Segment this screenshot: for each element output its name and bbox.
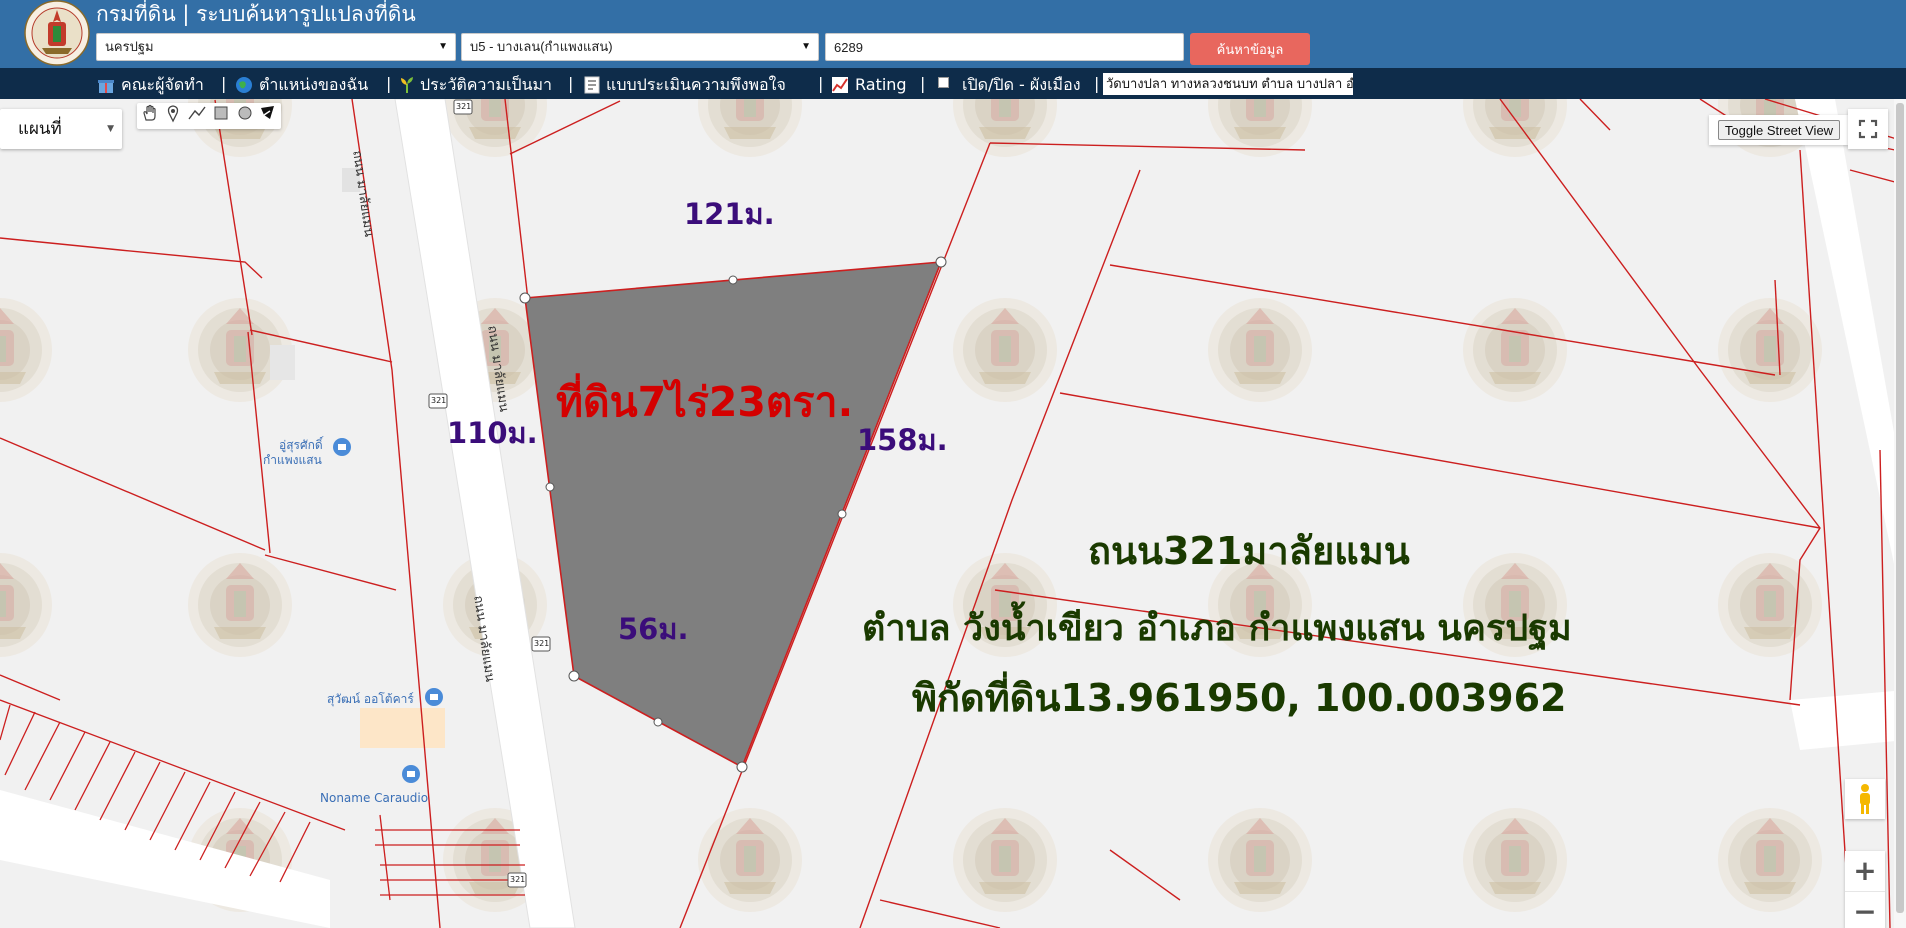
nav-item-city-plan-toggle[interactable]: เปิด/ปิด - ผังเมือง (962, 68, 1081, 99)
nav-item-my-location[interactable]: ตำแหน่งของฉัน (235, 68, 368, 99)
navbar: คณะผู้จัดทำ | ตำแหน่งของฉัน | ประวัติควา… (0, 68, 1906, 99)
fullscreen-icon (1858, 119, 1878, 139)
globe-icon (236, 76, 252, 93)
rectangle-icon[interactable] (211, 103, 231, 123)
route-number: 321 (534, 639, 550, 648)
nav-item-history[interactable]: ประวัติความเป็นมา (400, 68, 552, 99)
parcel-boundaries (0, 99, 1906, 928)
chevron-down-icon: ▼ (801, 41, 811, 52)
land-department-seal-icon (24, 0, 90, 66)
building-footprint (360, 708, 445, 748)
search-button[interactable]: ค้นหาข้อมูล (1190, 33, 1310, 65)
dimension-top: 121ม. (684, 197, 775, 231)
polyline-icon[interactable] (187, 103, 207, 123)
nav-separator: | (568, 74, 574, 93)
road-malaiman (0, 99, 1906, 928)
city-plan-checkbox[interactable] (938, 77, 949, 88)
toggle-street-view-button[interactable]: Toggle Street View (1718, 120, 1840, 140)
chevron-down-icon: ▼ (438, 41, 448, 52)
chart-icon (832, 76, 848, 93)
gift-icon (98, 79, 114, 93)
nav-item-rating[interactable]: Rating (831, 68, 907, 99)
map-canvas[interactable]: ถนน มาลัยแมน ถนน มาลัยแมน ถนน มาลัยแมน 3… (0, 99, 1906, 928)
route-number: 321 (456, 102, 472, 111)
nav-separator: | (1094, 74, 1100, 93)
chevron-down-icon: ▼ (107, 124, 114, 134)
polygon-icon[interactable] (258, 103, 278, 123)
district-select[interactable]: บ5 - บางเลน(กำแพงแสน) ▼ (461, 33, 819, 61)
plant-icon (401, 76, 413, 93)
parcel-number-input[interactable] (825, 33, 1184, 61)
poi-label[interactable]: กำแพงแสน (263, 451, 322, 470)
building-footprint (270, 345, 295, 380)
map-type-value: แผนที่ (18, 119, 62, 139)
fullscreen-button[interactable] (1848, 109, 1888, 149)
form-icon (584, 76, 600, 93)
scrollbar-thumb[interactable] (1896, 103, 1904, 913)
dimension-left: 110ม. (447, 416, 538, 450)
app-title: กรมที่ดิน | ระบบค้นหารูปแปลงที่ดิน (96, 2, 416, 26)
app-window: กรมที่ดิน | ระบบค้นหารูปแปลงที่ดิน นครปฐ… (0, 0, 1906, 928)
street-view-pegman[interactable] (1845, 779, 1885, 819)
zoom-out-button[interactable]: − (1845, 891, 1885, 928)
poi-label[interactable]: สุวัฒน์ ออโต้คาร์ (327, 690, 414, 709)
selected-parcel[interactable] (524, 261, 943, 769)
province-select[interactable]: นครปฐม ▼ (96, 33, 456, 61)
coordinates-info-label: พิกัดที่ดิน13.961950, 100.003962 (912, 676, 1567, 720)
pan-hand-icon[interactable] (140, 103, 160, 123)
map-type-dropdown[interactable]: แผนที่ ▼ (0, 109, 122, 149)
nav-separator: | (818, 74, 824, 93)
page-scrollbar[interactable] (1894, 99, 1906, 928)
province-select-value: นครปฐม (105, 39, 154, 54)
pegman-icon (1860, 784, 1870, 814)
route-number: 321 (431, 396, 447, 405)
dimension-bottom: 56ม. (618, 612, 689, 646)
district-select-value: บ5 - บางเลน(กำแพงแสน) (470, 39, 613, 54)
header-bar: กรมที่ดิน | ระบบค้นหารูปแปลงที่ดิน นครปฐ… (0, 0, 1906, 68)
nav-item-satisfaction-survey[interactable]: แบบประเมินความพึงพอใจ (584, 68, 786, 99)
address-info-label: ตำบล วังน้ำเขียว อำเภอ กำแพงแสน นครปฐม (862, 608, 1572, 649)
nav-separator: | (920, 74, 926, 93)
map-layer (0, 99, 1906, 928)
watermark-seals (0, 99, 1822, 912)
marker-icon[interactable] (163, 103, 183, 123)
zoom-control: + − (1845, 851, 1885, 928)
dimension-right: 158ม. (857, 423, 948, 457)
nav-item-credits[interactable]: คณะผู้จัดทำ (97, 68, 204, 99)
zoom-in-button[interactable]: + (1845, 851, 1885, 891)
poi-pin-icon[interactable] (333, 438, 351, 456)
nav-separator: | (386, 74, 392, 93)
poi-pin-icon[interactable] (402, 765, 420, 783)
news-marquee: วัดบางปลา ทางหลวงชนบท ตำบล บางปลา อำ (1103, 73, 1353, 95)
street-view-panel: Toggle Street View (1709, 115, 1848, 145)
poi-pin-icon[interactable] (425, 688, 443, 706)
nav-separator: | (221, 74, 227, 93)
parcel-area-label: ที่ดิน7ไร่23ตรา. (556, 378, 854, 426)
circle-icon[interactable] (235, 103, 255, 123)
drawing-toolbar (137, 103, 281, 129)
route-number: 321 (510, 875, 526, 884)
road-info-label: ถนน321มาลัยแมน (1088, 529, 1410, 573)
poi-label[interactable]: Noname Caraudio (320, 791, 428, 805)
